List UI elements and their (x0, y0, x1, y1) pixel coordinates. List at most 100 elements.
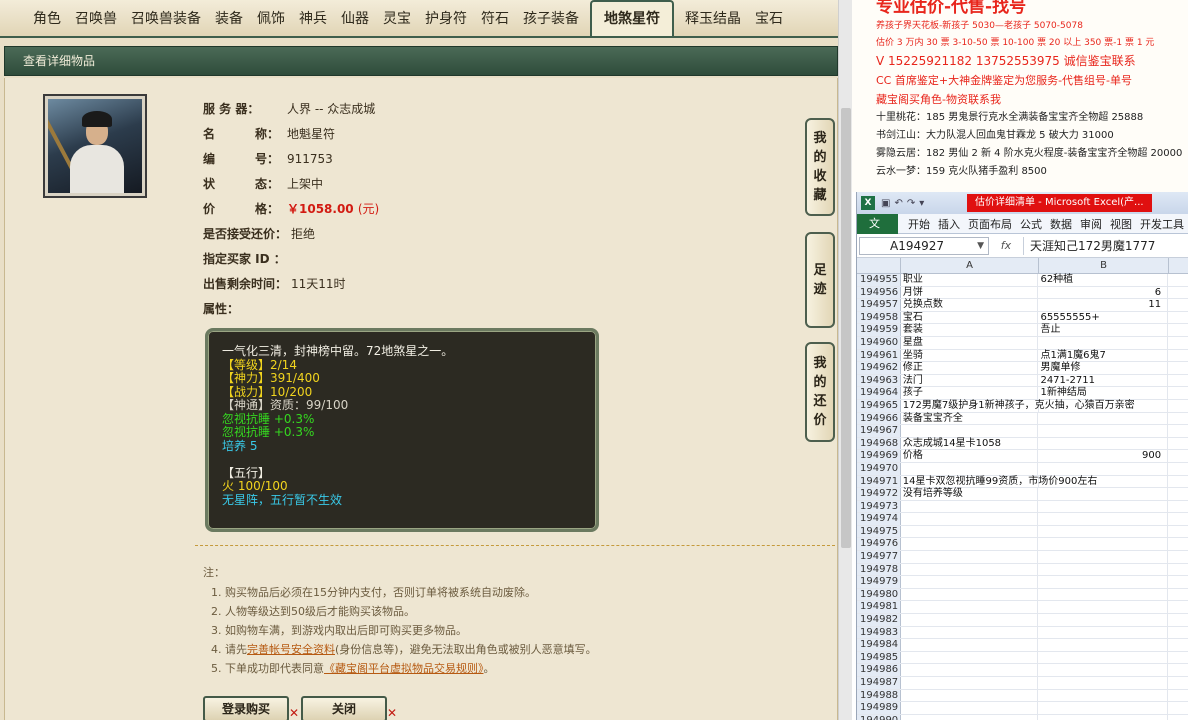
ribbon-tab-2[interactable]: 页面布局 (964, 216, 1016, 232)
row-number[interactable]: 194958 (857, 311, 901, 324)
row-number[interactable]: 194971 (857, 475, 901, 488)
cell-b[interactable] (1038, 563, 1169, 576)
page-scrollbar[interactable] (838, 0, 852, 720)
sheet-grid[interactable]: 194955 职业 62种植 194956 月饼 6 194957 兑换点数 11 194958 宝… (857, 274, 1188, 720)
cell-b[interactable] (1038, 336, 1169, 349)
row-number[interactable]: 194965 (857, 399, 901, 412)
cell-a[interactable] (901, 538, 1039, 551)
ribbon-tab-1[interactable]: 插入 (934, 216, 964, 232)
row-number[interactable]: 194975 (857, 525, 901, 538)
cell-b[interactable] (1038, 462, 1169, 475)
cell-c[interactable] (1168, 551, 1188, 563)
cell-b[interactable] (1038, 525, 1169, 538)
cell-b[interactable]: 1新神结局 (1038, 387, 1169, 399)
tab-11[interactable]: 地煞星符 (590, 0, 674, 36)
row-number[interactable]: 194987 (857, 677, 901, 689)
cell-b[interactable] (1038, 513, 1169, 525)
account-security-link[interactable]: 完善帐号安全资料 (247, 643, 335, 656)
cell-b[interactable] (1038, 626, 1169, 639)
tab-4[interactable]: 佩饰 (250, 8, 292, 36)
cell-c[interactable] (1168, 576, 1188, 588)
cell-b[interactable] (1038, 639, 1169, 651)
cell-c[interactable] (1168, 601, 1188, 613)
cell-b[interactable] (1038, 412, 1169, 425)
cell-b[interactable] (1038, 677, 1169, 689)
cell-c[interactable] (1168, 564, 1188, 576)
cell-a[interactable] (901, 462, 1039, 475)
cell-c[interactable] (1168, 299, 1188, 311)
cell-b[interactable]: 吾止 (1038, 324, 1169, 336)
row-number[interactable]: 194983 (857, 626, 901, 639)
cell-b[interactable] (1038, 588, 1169, 601)
cell-b[interactable]: 男魔单修 (1038, 362, 1169, 374)
row-number[interactable]: 194967 (857, 425, 901, 437)
cell-b[interactable] (1038, 601, 1169, 614)
row-number[interactable]: 194960 (857, 336, 901, 349)
row-number[interactable]: 194966 (857, 412, 901, 425)
cell-b[interactable] (1038, 437, 1169, 450)
cell-a[interactable] (901, 588, 1039, 601)
row-number[interactable]: 194990 (857, 714, 901, 720)
cell-b[interactable]: 62种植 (1038, 274, 1169, 286)
cell-a[interactable] (901, 500, 1039, 513)
cell-c[interactable] (1168, 425, 1188, 437)
login-buy-button[interactable]: 登录购买 ✕ (203, 696, 299, 720)
tab-13[interactable]: 宝石 (748, 8, 790, 36)
cell-b[interactable]: 65555555+ (1038, 311, 1169, 324)
fx-icon[interactable]: fx (989, 239, 1023, 252)
cell-c[interactable] (1168, 362, 1188, 374)
cell-a[interactable]: 月饼 (901, 286, 1039, 299)
row-number[interactable]: 194972 (857, 488, 901, 500)
cell-a[interactable] (901, 614, 1039, 626)
cell-a[interactable] (901, 563, 1039, 576)
cell-b[interactable]: 11 (1038, 299, 1169, 311)
cell-a[interactable] (901, 702, 1039, 714)
cell-b[interactable] (1039, 399, 1169, 412)
cell-c[interactable] (1168, 538, 1188, 550)
trade-rules-link[interactable]: 《藏宝阁平台虚拟物品交易规则》 (324, 662, 484, 675)
cell-c[interactable] (1168, 627, 1188, 639)
cell-a[interactable] (901, 689, 1039, 702)
quick-access-dropdown-icon[interactable]: ▾ (919, 198, 924, 209)
select-all-corner[interactable] (857, 258, 901, 273)
row-number[interactable]: 194978 (857, 563, 901, 576)
ribbon-tab-0[interactable]: 开始 (904, 216, 934, 232)
row-number[interactable]: 194963 (857, 374, 901, 387)
row-number[interactable]: 194980 (857, 588, 901, 601)
cell-b[interactable] (1038, 664, 1169, 676)
tab-5[interactable]: 神兵 (292, 8, 334, 36)
row-number[interactable]: 194979 (857, 576, 901, 588)
cell-c[interactable] (1168, 413, 1188, 425)
cell-a[interactable]: 没有培养等级 (901, 488, 1039, 500)
cell-c[interactable] (1168, 589, 1188, 601)
cell-c[interactable] (1168, 337, 1188, 349)
cell-a[interactable] (901, 714, 1039, 720)
row-number[interactable]: 194955 (857, 274, 901, 286)
cell-a[interactable] (901, 677, 1039, 689)
cell-c[interactable] (1168, 438, 1188, 450)
row-number[interactable]: 194959 (857, 324, 901, 336)
cell-c[interactable] (1168, 513, 1188, 525)
ribbon-tab-4[interactable]: 数据 (1046, 216, 1076, 232)
cell-b[interactable] (1038, 500, 1169, 513)
cell-a[interactable]: 修正 (901, 362, 1039, 374)
cell-a[interactable]: 职业 (901, 274, 1039, 286)
cell-c[interactable] (1168, 387, 1188, 399)
my-bargain-button[interactable]: 我的还价 (805, 342, 835, 442)
cell-a[interactable]: 坐骑 (901, 349, 1039, 362)
column-header-a[interactable]: A (901, 258, 1039, 273)
row-number[interactable]: 194982 (857, 614, 901, 626)
my-favorites-button[interactable]: 我的收藏 (805, 118, 835, 216)
cell-c[interactable] (1168, 324, 1188, 336)
cell-b[interactable] (1038, 576, 1169, 588)
close-button[interactable]: 关闭 ✕ (301, 696, 397, 720)
tab-2[interactable]: 召唤兽装备 (124, 8, 208, 36)
save-icon[interactable]: ▣ (881, 198, 890, 209)
cell-c[interactable] (1168, 639, 1188, 651)
ribbon-tab-5[interactable]: 审阅 (1076, 216, 1106, 232)
tab-7[interactable]: 灵宝 (376, 8, 418, 36)
cell-a[interactable]: 星盘 (901, 336, 1039, 349)
row-number[interactable]: 194986 (857, 664, 901, 676)
chevron-down-icon[interactable]: ▼ (977, 238, 984, 254)
cell-a[interactable]: 兑换点数 (901, 299, 1039, 311)
